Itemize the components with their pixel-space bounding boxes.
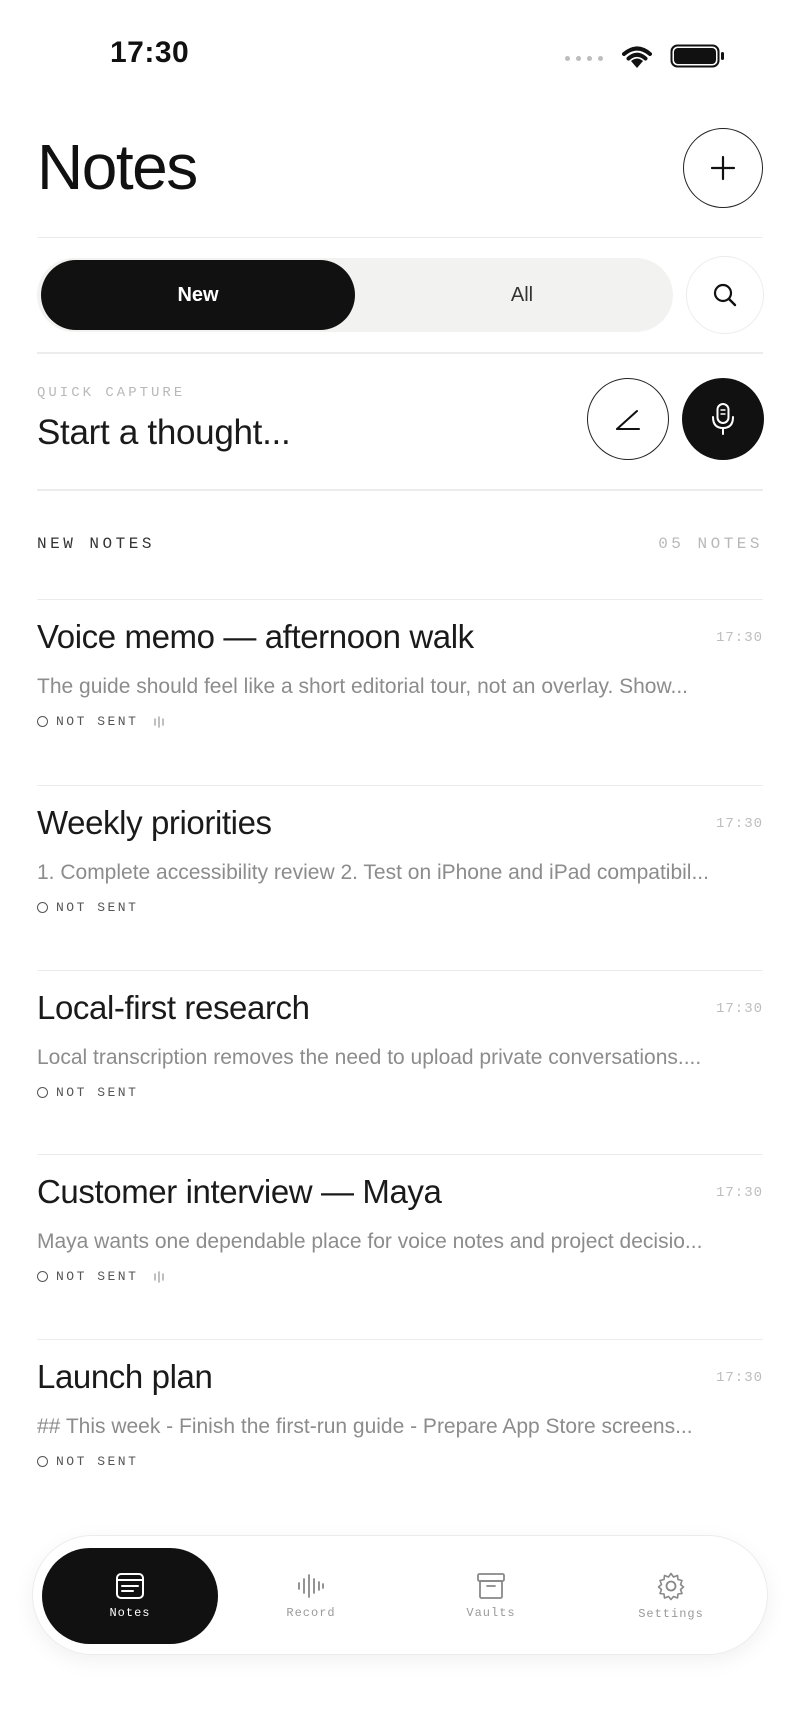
gear-icon xyxy=(657,1572,685,1601)
note-title: Launch plan xyxy=(37,1358,213,1395)
status-circle-icon xyxy=(37,1456,48,1467)
note-item[interactable]: Voice memo — afternoon walk 17:30 The gu… xyxy=(37,599,763,785)
note-time: 17:30 xyxy=(715,1185,763,1201)
microphone-icon xyxy=(712,403,734,435)
notes-icon xyxy=(116,1573,144,1599)
note-item[interactable]: Launch plan 17:30 ## This week - Finish … xyxy=(37,1339,763,1525)
status-circle-icon xyxy=(37,1087,48,1098)
divider xyxy=(37,352,763,354)
note-preview: Local transcription removes the need to … xyxy=(37,1046,702,1069)
note-status: NOT SENT xyxy=(37,714,166,729)
note-time: 17:30 xyxy=(715,1001,763,1017)
filter-all-button[interactable]: All xyxy=(377,260,667,330)
archive-icon xyxy=(477,1573,505,1599)
note-preview: ## This week - Finish the first-run guid… xyxy=(37,1415,693,1438)
tab-label: Notes xyxy=(109,1606,151,1620)
note-item[interactable]: Weekly priorities 17:30 1. Complete acce… xyxy=(37,785,763,971)
filter-segmented-control: New All xyxy=(37,258,673,332)
section-header: NEW NOTES 05 NOTES xyxy=(37,535,763,559)
status-text: NOT SENT xyxy=(56,1454,139,1469)
tab-vaults[interactable]: Vaults xyxy=(403,1548,579,1644)
page-title: Notes xyxy=(37,131,198,203)
divider xyxy=(37,489,763,491)
header: Notes xyxy=(37,120,763,238)
note-time: 17:30 xyxy=(715,630,763,646)
status-bar: 17:30 xyxy=(0,0,800,110)
tab-settings[interactable]: Settings xyxy=(583,1548,759,1644)
note-title: Customer interview — Maya xyxy=(37,1173,442,1210)
quick-capture-input[interactable]: Start a thought... xyxy=(37,413,291,453)
status-time: 17:30 xyxy=(110,36,190,69)
status-circle-icon xyxy=(37,1271,48,1282)
section-title: NEW NOTES xyxy=(37,535,155,553)
note-preview: Maya wants one dependable place for voic… xyxy=(37,1230,703,1253)
audio-waveform-icon xyxy=(154,715,165,728)
note-status: NOT SENT xyxy=(37,1269,166,1284)
signal-icon xyxy=(565,56,603,61)
status-circle-icon xyxy=(37,716,48,727)
note-item[interactable]: Local-first research 17:30 Local transcr… xyxy=(37,970,763,1156)
note-status: NOT SENT xyxy=(37,1085,138,1100)
tab-label: Settings xyxy=(638,1607,704,1621)
write-note-button[interactable] xyxy=(587,378,669,460)
tab-record[interactable]: Record xyxy=(223,1548,399,1644)
note-title: Weekly priorities xyxy=(37,804,272,841)
filter-new-button[interactable]: New xyxy=(41,260,355,330)
status-circle-icon xyxy=(37,902,48,913)
add-note-button[interactable] xyxy=(683,128,763,208)
status-text: NOT SENT xyxy=(56,714,139,729)
note-time: 17:30 xyxy=(715,816,763,832)
note-status: NOT SENT xyxy=(37,1454,138,1469)
note-preview: The guide should feel like a short edito… xyxy=(37,675,688,698)
note-item[interactable]: Customer interview — Maya 17:30 Maya wan… xyxy=(37,1154,763,1340)
notes-count: 05 NOTES xyxy=(658,535,763,553)
quick-capture-label: QUICK CAPTURE xyxy=(37,385,186,401)
pencil-icon xyxy=(616,410,640,430)
note-title: Voice memo — afternoon walk xyxy=(37,618,474,655)
battery-icon xyxy=(670,44,724,68)
status-text: NOT SENT xyxy=(56,1085,139,1100)
search-button[interactable] xyxy=(686,256,764,334)
note-preview: 1. Complete accessibility review 2. Test… xyxy=(37,861,709,884)
note-time: 17:30 xyxy=(715,1370,763,1386)
tab-label: Record xyxy=(286,1606,336,1620)
record-voice-button[interactable] xyxy=(682,378,764,460)
status-text: NOT SENT xyxy=(56,1269,139,1284)
note-status: NOT SENT xyxy=(37,900,138,915)
search-icon xyxy=(713,283,737,307)
audio-waveform-icon xyxy=(154,1270,165,1283)
plus-icon xyxy=(710,155,736,181)
tab-bar: Notes Record Vaults Settings xyxy=(32,1535,768,1655)
waveform-icon xyxy=(298,1574,324,1598)
wifi-icon xyxy=(622,46,652,68)
note-title: Local-first research xyxy=(37,989,310,1026)
tab-notes[interactable]: Notes xyxy=(42,1548,218,1644)
status-text: NOT SENT xyxy=(56,900,139,915)
tab-label: Vaults xyxy=(466,1606,516,1620)
